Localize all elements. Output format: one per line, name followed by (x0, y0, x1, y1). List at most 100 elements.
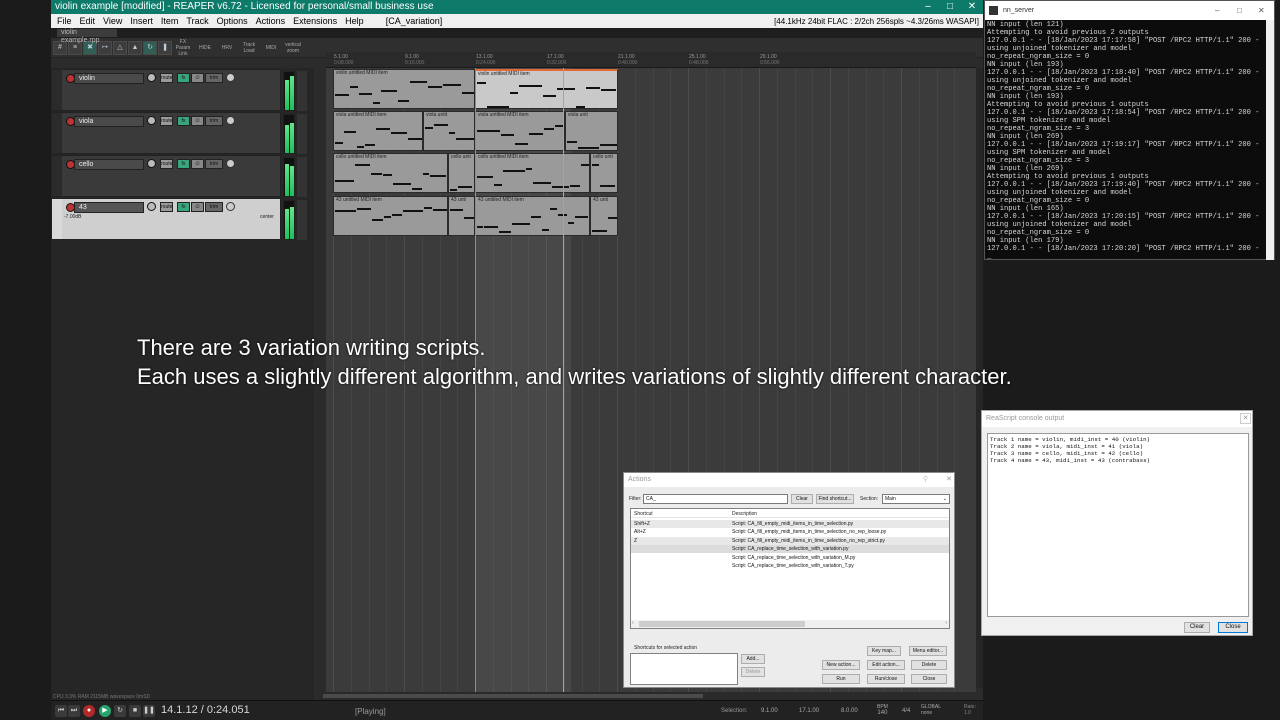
toolbar-hide[interactable]: HIDE (195, 45, 215, 51)
scrollbar-thumb[interactable] (323, 694, 703, 698)
track-number-strip[interactable] (52, 70, 62, 110)
toolbar-fx-param-link[interactable]: FX Param Link (173, 39, 193, 57)
section-select[interactable]: Main ⌄ (882, 494, 950, 504)
clear-filter-button[interactable]: Clear (791, 494, 813, 504)
track-number-strip[interactable] (52, 113, 62, 153)
fx-button[interactable]: fx (177, 116, 190, 126)
menu-edit[interactable]: Edit (76, 16, 100, 26)
envelope-icon[interactable]: ▲ (128, 40, 142, 55)
maximize-icon[interactable]: □ (939, 0, 961, 14)
clear-button[interactable]: Clear (1184, 622, 1210, 633)
track-name[interactable]: cello (74, 159, 144, 170)
toolbar-midi[interactable]: MIDI (261, 45, 281, 51)
close-icon[interactable]: ✕ (1240, 413, 1251, 424)
loop-icon[interactable]: ↻ (143, 40, 157, 55)
play-icon[interactable]: ▶ (99, 705, 111, 717)
close-button[interactable]: Close (1218, 622, 1248, 633)
fx-button[interactable]: fx (177, 202, 190, 212)
col-description[interactable]: Description (732, 511, 757, 517)
menu-insert[interactable]: Insert (126, 16, 157, 26)
playrate[interactable]: Rate: 1.0 (964, 704, 983, 716)
menu-item[interactable]: Item (157, 16, 183, 26)
midi-item[interactable]: 43 unti (448, 196, 475, 236)
track-meter[interactable] (283, 71, 295, 111)
toolbar-track-load[interactable]: Track Load (239, 42, 259, 54)
midi-item[interactable]: viola untitled MIDI item (333, 111, 423, 151)
midi-item[interactable]: cello unti (590, 153, 618, 193)
fx-button[interactable]: fx (177, 73, 190, 83)
audio-info[interactable]: [44.1kHz 24bit FLAC : 2/2ch 256spls ~4.3… (774, 17, 983, 26)
envelope-button[interactable]: trim (205, 202, 223, 212)
fx-button[interactable]: fx (177, 159, 190, 169)
midi-item[interactable]: cello untitled MIDI item (475, 153, 590, 193)
midi-item[interactable]: violin untitled MIDI item (333, 69, 475, 109)
menu-actions[interactable]: Actions (252, 16, 290, 26)
find-shortcut-button[interactable]: Find shortcut... (816, 494, 854, 504)
add-shortcut-button[interactable]: Add... (741, 654, 765, 664)
time-signature[interactable]: 4/4 (902, 708, 910, 714)
go-to-end-icon[interactable]: ⏭ (68, 705, 80, 717)
track-number-strip[interactable] (52, 199, 62, 239)
midi-item[interactable]: cello unti (448, 153, 475, 193)
envelope-button[interactable]: trim (205, 159, 223, 169)
scroll-left-icon[interactable]: ‹ (632, 620, 634, 626)
shortcuts-list[interactable] (630, 653, 738, 685)
io-button[interactable]: ∅ (191, 202, 204, 212)
track-name[interactable]: 43 (74, 202, 144, 213)
close-icon[interactable]: ✕ (1258, 1, 1265, 20)
toolbar-vertical-zoom[interactable]: vertical zoom (283, 42, 303, 54)
track-name[interactable]: viola (74, 116, 144, 127)
maximize-icon[interactable]: □ (1237, 1, 1242, 20)
track-meter[interactable] (283, 200, 295, 240)
io-button[interactable]: ∅ (191, 159, 204, 169)
selection-length[interactable]: 8.0.00 (841, 708, 858, 714)
bpm-display[interactable]: BPM 140 (877, 704, 888, 716)
repeat-icon[interactable]: ↻ (114, 705, 126, 717)
run-close-button[interactable]: Run/close (867, 674, 905, 684)
filter-input[interactable]: CA_ (643, 494, 788, 504)
console-scrollbar[interactable] (1266, 20, 1274, 260)
record-icon[interactable]: ● (83, 705, 95, 717)
track-cello[interactable]: cello route fx ∅ trim (51, 155, 281, 197)
metronome-icon[interactable]: △ (113, 40, 127, 55)
midi-item[interactable]: 43 untitled MIDI item (475, 196, 590, 236)
close-icon[interactable]: ✕ (961, 0, 983, 14)
track-side-controls[interactable] (297, 157, 307, 197)
key-map-button[interactable]: Key map... (867, 646, 901, 656)
pan-knob[interactable] (226, 116, 235, 125)
menu-help[interactable]: Help (341, 16, 368, 26)
toolbar-hrv[interactable]: HRV (217, 45, 237, 51)
volume-knob[interactable] (147, 202, 156, 211)
stop-icon[interactable]: ■ (129, 705, 141, 717)
minimize-icon[interactable]: – (1215, 1, 1219, 20)
pan-knob[interactable] (226, 159, 235, 168)
track-violin[interactable]: violin route fx ∅ trim (51, 69, 281, 111)
track-meter[interactable] (283, 157, 295, 197)
menu-extensions[interactable]: Extensions (289, 16, 341, 26)
selection-start[interactable]: 9.1.00 (761, 708, 778, 714)
io-button[interactable]: ∅ (191, 73, 204, 83)
track-side-controls[interactable] (297, 71, 307, 111)
actions-list[interactable]: Shortcut Description Shift+Z Script: CA_f… (630, 508, 950, 629)
list-horizontal-scrollbar[interactable]: ‹ › (631, 620, 949, 628)
track-viola[interactable]: viola route fx ∅ trim (51, 112, 281, 154)
track-side-controls[interactable] (297, 200, 307, 240)
close-button[interactable]: Close (911, 674, 947, 684)
route-button[interactable]: route (160, 159, 173, 169)
delete-shortcut-button[interactable]: Delete (741, 667, 765, 677)
midi-item[interactable]: viola unti (565, 111, 618, 151)
volume-knob[interactable] (147, 159, 156, 168)
io-button[interactable]: ∅ (191, 116, 204, 126)
menu-file[interactable]: File (53, 16, 76, 26)
action-row[interactable]: Script: CA_replace_time_selection_with_v… (631, 562, 949, 570)
action-row[interactable]: Script: CA_replace_time_selection_with_v… (631, 545, 949, 553)
menu-track[interactable]: Track (182, 16, 212, 26)
midi-item[interactable]: 43 unti (590, 196, 618, 236)
project-tab[interactable]: violin example.rpp (57, 29, 117, 44)
horizontal-scrollbar[interactable] (317, 692, 917, 700)
go-to-start-icon[interactable]: ⏮ (55, 705, 67, 717)
envelope-button[interactable]: trim (205, 73, 223, 83)
midi-item[interactable]: violin untitled MIDI item (475, 69, 618, 109)
run-button[interactable]: Run (822, 674, 860, 684)
volume-knob[interactable] (147, 73, 156, 82)
